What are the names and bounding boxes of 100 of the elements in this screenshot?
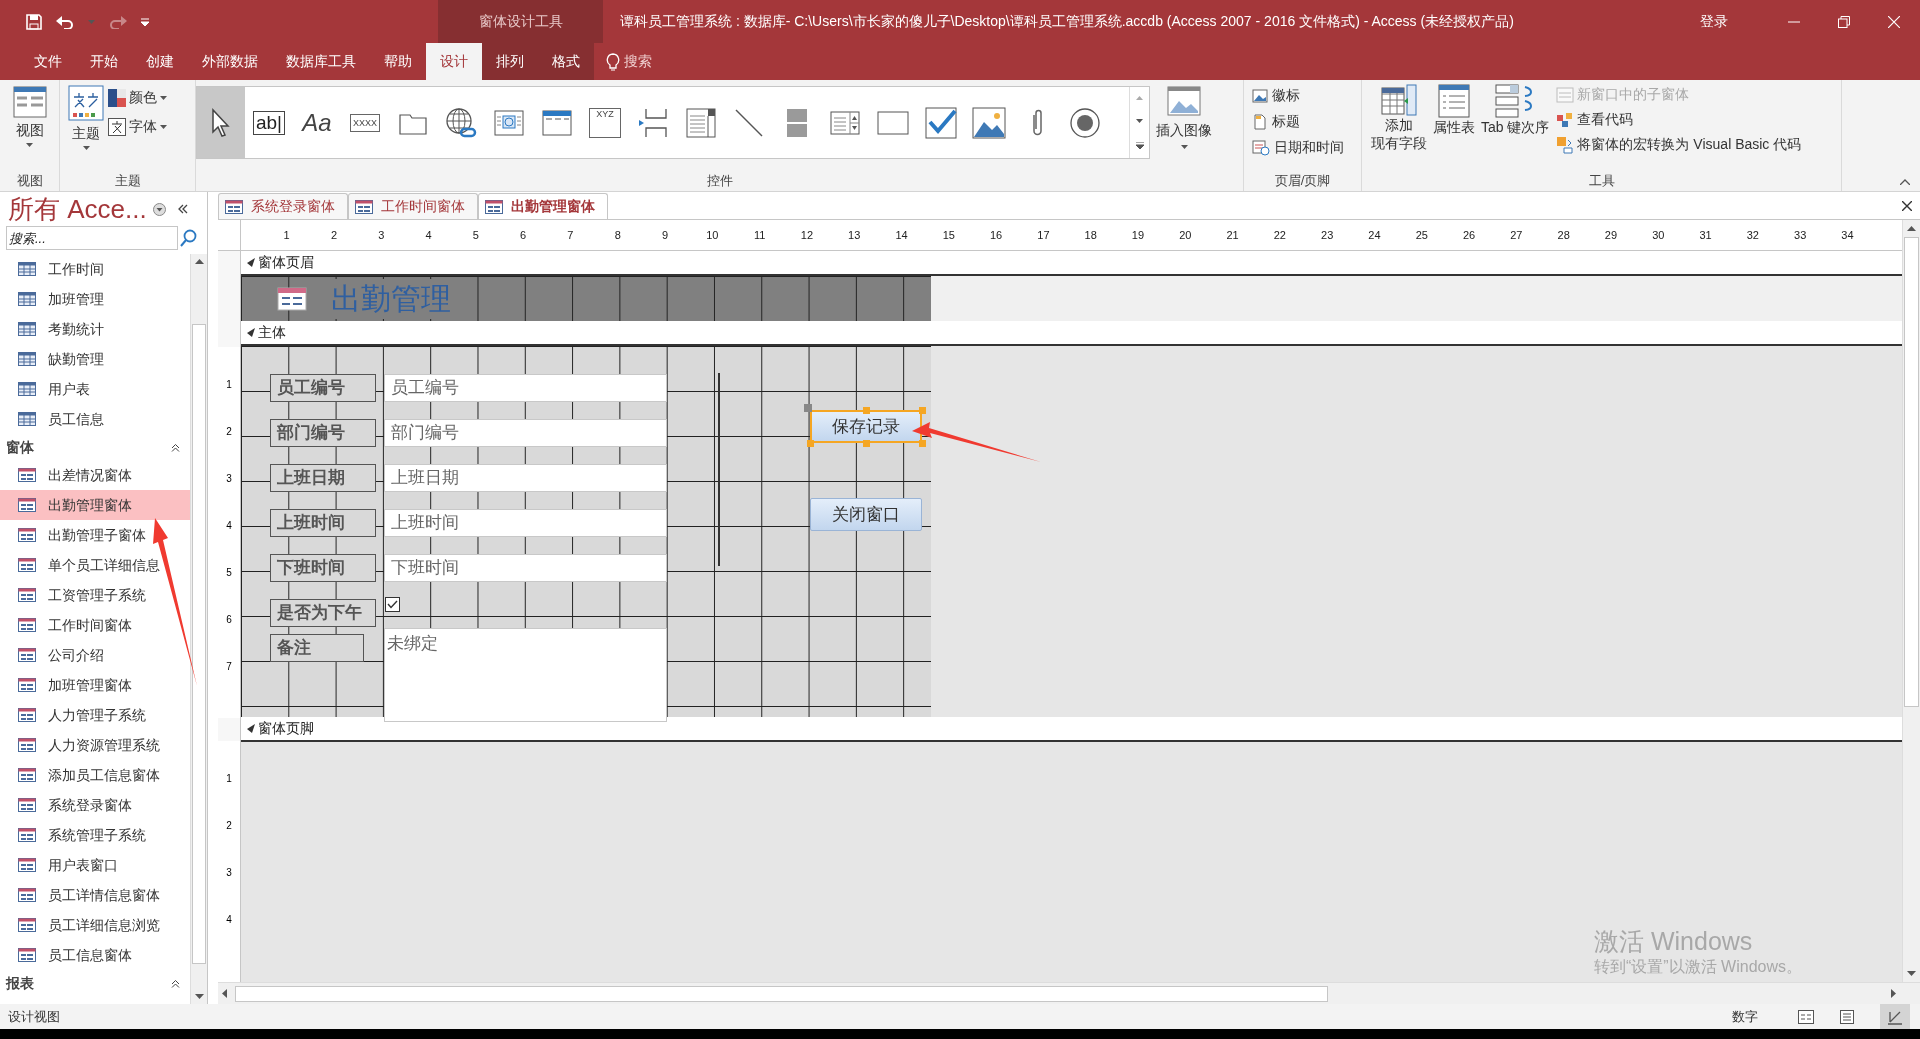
field-label[interactable]: 上班日期 (270, 464, 376, 492)
text-box[interactable]: 部门编号 (384, 419, 667, 447)
control-tool[interactable]: XYZ (581, 87, 629, 158)
vertical-scrollbar[interactable] (1902, 220, 1920, 982)
ribbon-large-button[interactable]: 属性表 (1430, 84, 1478, 136)
ribbon-large-button[interactable]: 添加 现有字段 (1368, 84, 1430, 152)
resize-handle[interactable] (919, 407, 926, 414)
scroll-up-icon (1136, 96, 1143, 101)
control-tool[interactable]: XXXX (341, 87, 389, 158)
colors-button[interactable]: 颜色 (108, 87, 167, 108)
resize-handle[interactable] (863, 440, 870, 447)
ribbon-tab[interactable]: 帮助 (370, 43, 426, 80)
ribbon-tab[interactable]: 数据库工具 (272, 43, 370, 80)
form-icon (18, 648, 36, 662)
field-label[interactable]: 是否为下午 (270, 599, 376, 627)
insert-image-button[interactable]: 插入图像 (1156, 86, 1212, 149)
nav-item[interactable]: 人力资源管理系统 (0, 730, 190, 760)
ribbon-tab[interactable]: 外部数据 (188, 43, 272, 80)
document-tab[interactable]: 工作时间窗体 (348, 193, 478, 219)
form-icon (18, 828, 36, 842)
gallery-expand-icon (1135, 141, 1144, 149)
web-browser-icon (494, 109, 524, 136)
nav-pane-title[interactable]: 所有 Acce... (8, 194, 147, 224)
nav-item[interactable]: 员工信息 (0, 404, 190, 434)
table-icon (18, 292, 36, 306)
nav-item[interactable]: 用户表 (0, 374, 190, 404)
command-button[interactable]: 关闭窗口 (810, 498, 922, 531)
field-label[interactable]: 备注 (270, 634, 364, 662)
nav-item[interactable]: 员工详细信息浏览 (0, 910, 190, 940)
fonts-button[interactable]: 字体 (108, 116, 167, 137)
customize-caret-icon (141, 17, 149, 26)
tell-me-search[interactable]: 搜索 (624, 51, 652, 72)
ribbon-tab[interactable]: 格式 (538, 43, 594, 80)
ribbon-tab[interactable]: 创建 (132, 43, 188, 80)
text-box[interactable]: 员工编号 (384, 374, 667, 402)
nav-item[interactable]: 公司介绍 (0, 640, 190, 670)
design-view-button[interactable] (1880, 1004, 1910, 1029)
nav-item[interactable]: 缺勤管理 (0, 344, 190, 374)
ribbon-tab[interactable]: 设计 (426, 43, 482, 80)
field-label[interactable]: 下班时间 (270, 554, 376, 582)
ribbon-tab[interactable]: 排列 (482, 43, 538, 80)
ribbon-group-label: 控件 (705, 172, 734, 190)
resize-handle[interactable] (919, 440, 926, 447)
ribbon-small-button[interactable]: 将窗体的宏转换为 Visual Basic 代码 (1556, 134, 1802, 155)
ribbon-tab[interactable]: 开始 (76, 43, 132, 80)
themes-button[interactable]: 主题 (68, 85, 104, 150)
nav-item[interactable]: 加班管理 (0, 284, 190, 314)
nav-item[interactable]: 出差情况窗体 (0, 460, 190, 490)
sign-in-link[interactable]: 登录 (1700, 11, 1728, 32)
nav-item[interactable]: 员工详情信息窗体 (0, 880, 190, 910)
text-box[interactable]: 上班日期 (384, 464, 667, 492)
text-box[interactable]: 下班时间 (384, 554, 667, 582)
text-box[interactable]: 上班时间 (384, 509, 667, 537)
horizontal-scrollbar[interactable] (218, 982, 1920, 1004)
nav-group-header[interactable]: 报表 (0, 970, 190, 996)
nav-scrollbar[interactable] (190, 254, 207, 1004)
ribbon-large-button[interactable]: Tab 键次序 (1478, 84, 1553, 136)
nav-item[interactable]: 加班管理窗体 (0, 670, 190, 700)
image-icon (1167, 86, 1201, 116)
document-tab[interactable]: 系统登录窗体 (218, 193, 348, 219)
form-icon (18, 468, 36, 482)
toggle-button-icon (786, 107, 808, 138)
nav-item[interactable]: 系统登录窗体 (0, 790, 190, 820)
document-tab[interactable]: 出勤管理窗体 (478, 193, 608, 219)
ribbon-small-button[interactable]: 日期和时间 (1252, 137, 1361, 158)
control-tool[interactable] (197, 87, 245, 158)
dropdown-caret-icon (82, 146, 90, 150)
activation-text: 转到“设置”以激活 Windows。 (1594, 957, 1802, 977)
nav-item[interactable]: 考勤统计 (0, 314, 190, 344)
nav-item[interactable]: 工作时间 (0, 254, 190, 284)
field-label[interactable]: 部门编号 (270, 419, 376, 447)
command-button[interactable]: 保存记录 (810, 410, 922, 443)
ribbon-tab[interactable]: 文件 (20, 43, 76, 80)
text-area[interactable]: 未绑定 (384, 628, 667, 722)
field-label[interactable]: 员工编号 (270, 374, 376, 402)
control-tool[interactable]: ab| (245, 87, 293, 158)
nav-item[interactable]: 人力管理子系统 (0, 700, 190, 730)
checkbox[interactable] (385, 597, 400, 612)
nav-group-header[interactable]: 窗体 (0, 434, 190, 460)
nav-item[interactable]: 用户表窗口 (0, 850, 190, 880)
resize-handle[interactable] (807, 440, 814, 447)
form-icon (18, 678, 36, 692)
resize-handle[interactable] (863, 407, 870, 414)
page-icon (1252, 113, 1268, 130)
ribbon-small-button[interactable]: 标题 (1252, 111, 1361, 132)
ribbon-small-button[interactable]: 徽标 (1252, 85, 1361, 106)
collapse-pane-icon (177, 204, 188, 214)
form-icon (18, 588, 36, 602)
contextual-tab-header: 窗体设计工具 (438, 0, 603, 43)
nav-item[interactable]: 员工信息窗体 (0, 940, 190, 970)
move-handle[interactable] (804, 404, 812, 412)
nav-item[interactable]: 系统管理子系统 (0, 820, 190, 850)
control-tool[interactable]: Aa (293, 87, 341, 158)
ribbon-small-button[interactable]: 查看代码 (1556, 109, 1802, 130)
nav-search-field[interactable]: 搜索... (6, 226, 178, 250)
view-button[interactable]: 视图 (12, 86, 47, 171)
field-label[interactable]: 上班时间 (270, 509, 376, 537)
nav-item[interactable]: 添加员工信息窗体 (0, 760, 190, 790)
nav-item[interactable]: 出勤管理窗体 (0, 490, 190, 520)
form-tab-icon (485, 199, 503, 214)
